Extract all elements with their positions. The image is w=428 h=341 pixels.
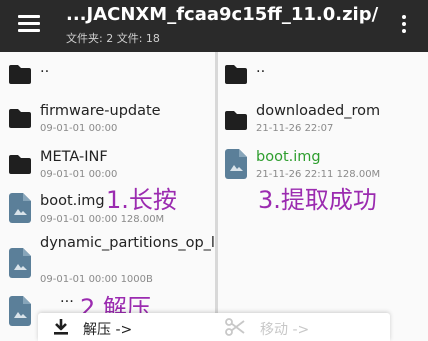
file-meta: 09-01-01 00:00	[40, 123, 118, 134]
list-item-parent-dir[interactable]: ..	[0, 52, 215, 96]
file-name: boot.img	[40, 193, 105, 209]
annotation-step1: 1.长按	[106, 186, 177, 214]
file-icon	[9, 296, 31, 326]
file-icon	[225, 149, 247, 179]
path-title: ...JACNXM_fcaa9c15ff_11.0.zip/	[66, 4, 379, 25]
file-meta: 21-11-26 22:11 128.00M	[256, 169, 381, 180]
file-name: firmware-update	[40, 103, 161, 119]
file-meta: 09-01-01 00:00	[40, 169, 118, 180]
folder-icon	[9, 109, 31, 128]
list-item-firmware-update[interactable]: firmware-update 09-01-01 00:00	[0, 96, 215, 140]
hamburger-menu-icon[interactable]	[18, 14, 40, 32]
move-label: 移动 ->	[260, 322, 310, 338]
more-vert-icon[interactable]	[400, 14, 408, 36]
folder-file-count: 文件夹: 2 文件: 18	[66, 32, 160, 45]
file-name: boot.img	[256, 149, 321, 165]
file-name: downloaded_rom	[256, 103, 381, 119]
annotation-step3: 3.提取成功	[258, 186, 377, 214]
file-name: META-INF	[40, 149, 108, 165]
file-name: ..	[40, 60, 50, 76]
scissors-icon	[225, 318, 245, 336]
download-icon	[54, 319, 68, 335]
app-bar: ...JACNXM_fcaa9c15ff_11.0.zip/ 文件夹: 2 文件…	[0, 0, 428, 52]
folder-icon	[225, 65, 247, 84]
file-meta: 21-11-26 22:07	[256, 123, 334, 134]
file-name: dynamic_partitions_op_list	[40, 235, 215, 251]
file-name: ...	[60, 290, 74, 306]
folder-icon	[9, 155, 31, 174]
move-button[interactable]: 移动 ->	[220, 313, 370, 341]
file-name: ..	[256, 60, 266, 76]
extract-button[interactable]: 解压 ->	[46, 313, 176, 341]
bottom-action-bar: 解压 -> 移动 ->	[38, 313, 390, 341]
list-item-parent-dir[interactable]: ..	[218, 52, 428, 96]
file-meta: 09-01-01 00:00 1000B	[40, 274, 153, 285]
extract-label: 解压 ->	[83, 322, 133, 338]
file-icon	[9, 248, 31, 278]
list-item-downloaded-rom[interactable]: downloaded_rom 21-11-26 22:07	[218, 98, 428, 142]
folder-icon	[225, 111, 247, 130]
list-item-dynamic-partitions[interactable]: dynamic_partitions_op_list 09-01-01 00:0…	[0, 234, 215, 296]
file-meta: 09-01-01 00:00 128.00M	[40, 214, 165, 225]
file-icon	[9, 193, 31, 223]
folder-icon	[9, 65, 31, 84]
